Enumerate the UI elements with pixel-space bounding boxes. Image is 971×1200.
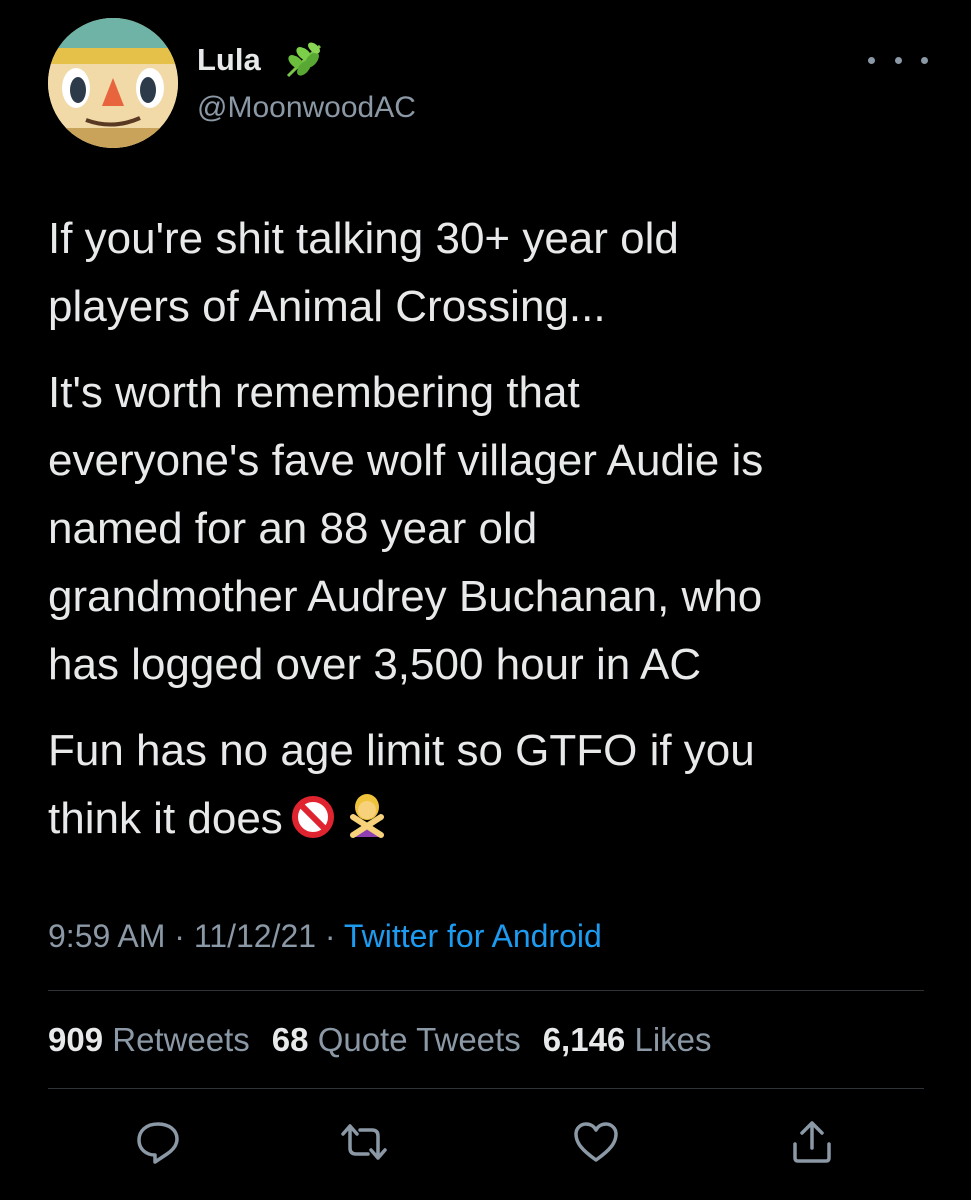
retweets-label: Retweets bbox=[112, 1021, 250, 1058]
avatar[interactable] bbox=[48, 18, 178, 148]
meta-separator: · bbox=[324, 918, 336, 954]
more-dot bbox=[894, 56, 902, 64]
tweet-stats: 909 Retweets 68 Quote Tweets 6,146 Likes bbox=[48, 1020, 734, 1060]
more-dot bbox=[868, 56, 875, 64]
quote-tweets-count: 68 bbox=[271, 1021, 309, 1058]
like-icon[interactable] bbox=[572, 1118, 620, 1166]
tweet-paragraph: Fun has no age limit so GTFO if you thin… bbox=[48, 717, 938, 853]
no-entry-sign-emoji bbox=[291, 796, 334, 838]
person-gesturing-no-emoji bbox=[349, 794, 384, 838]
divider bbox=[48, 990, 924, 991]
retweets-stat[interactable]: 909 Retweets bbox=[48, 1021, 250, 1058]
tweet-text: If you're shit talking 30+ year old play… bbox=[48, 205, 938, 871]
likes-count: 6,146 bbox=[542, 1021, 626, 1058]
quote-tweets-label: Quote Tweets bbox=[317, 1021, 521, 1058]
meta-separator: · bbox=[174, 918, 185, 954]
tweet-paragraph-text: Fun has no age limit so GTFO if you thin… bbox=[48, 726, 755, 843]
retweet-icon[interactable] bbox=[340, 1118, 388, 1166]
tweet-paragraph: If you're shit talking 30+ year old play… bbox=[48, 214, 679, 331]
user-handle[interactable]: @MoonwoodAC bbox=[197, 90, 416, 126]
more-dot bbox=[921, 56, 928, 64]
more-options-icon[interactable] bbox=[868, 48, 928, 72]
tweet-time[interactable]: 9:59 AM bbox=[48, 918, 165, 954]
share-icon[interactable] bbox=[788, 1118, 836, 1166]
likes-label: Likes bbox=[634, 1021, 712, 1058]
tweet-meta: 9:59 AM · 11/12/21 · Twitter for Android bbox=[48, 916, 602, 956]
display-name[interactable]: Lula bbox=[197, 42, 261, 78]
tweet-date[interactable]: 11/12/21 bbox=[194, 918, 316, 954]
herb-leaf-icon bbox=[286, 42, 321, 78]
tweet-paragraph: It's worth remembering that everyone's f… bbox=[48, 368, 764, 689]
likes-stat[interactable]: 6,146 Likes bbox=[543, 1021, 712, 1058]
reply-icon[interactable] bbox=[134, 1118, 182, 1166]
quote-tweets-stat[interactable]: 68 Quote Tweets bbox=[272, 1021, 521, 1058]
divider bbox=[48, 1088, 924, 1089]
retweets-count: 909 bbox=[48, 1021, 104, 1058]
tweet-source-link[interactable]: Twitter for Android bbox=[344, 918, 602, 954]
